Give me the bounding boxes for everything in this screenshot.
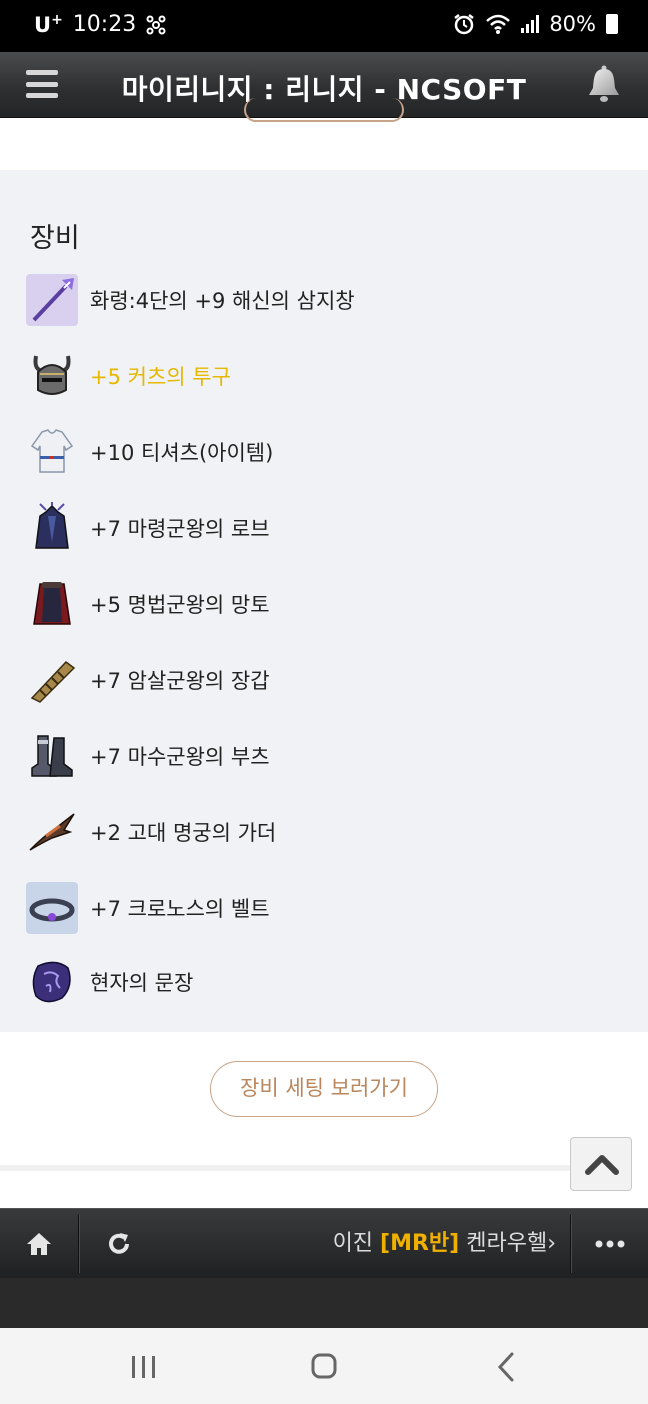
more-icon [595,1240,625,1248]
status-bar: U+ 10:23 80% [0,0,648,52]
home-nav-icon[interactable] [304,1350,344,1384]
battery-percent: 80% [549,12,596,36]
refresh-button[interactable] [80,1209,158,1279]
refresh-icon [109,1233,129,1254]
list-item[interactable]: +2 고대 명궁의 가더 [26,804,586,860]
carrier-label: U+ [34,12,63,37]
boots-icon [26,730,78,782]
list-item[interactable]: 화령:4단의 +9 해신의 삼지창 [26,272,586,328]
view-equipment-settings-button[interactable]: 장비 세팅 보러가기 [210,1061,438,1117]
list-item[interactable]: +5 커츠의 투구 [26,348,586,404]
app-bottom-padding [0,1278,648,1328]
item-name: +7 마령군왕의 로브 [90,517,270,541]
gloves-icon [26,654,78,706]
scroll-to-top-button[interactable] [570,1137,632,1191]
separator [570,1215,571,1273]
emblem-icon [26,956,78,1008]
wifi-icon [486,14,511,34]
more-button[interactable] [572,1209,648,1279]
item-name: 현자의 문장 [90,971,194,995]
section-title: 장비 [30,223,80,254]
cloak-icon [26,578,78,630]
clock: 10:23 [72,12,137,37]
previous-button-edge[interactable] [244,98,404,122]
system-navigation-bar [0,1328,648,1404]
bell-icon[interactable] [586,64,622,104]
content-strip [0,98,648,170]
alarm-icon [454,14,475,35]
item-name: +5 커츠의 투구 [90,365,231,389]
list-item[interactable]: +7 암살군왕의 장갑 [26,652,586,708]
app-notification-icon [146,15,166,34]
item-name: +7 크로노스의 벨트 [90,897,270,921]
chevron-up-icon [585,1155,619,1175]
tshirt-icon [26,426,78,478]
home-button[interactable] [0,1209,78,1279]
list-item[interactable]: 현자의 문장 [26,954,586,1010]
divider [0,1165,570,1171]
item-name: +7 마수군왕의 부츠 [90,745,270,769]
list-item[interactable]: +7 마령군왕의 로브 [26,500,586,556]
item-name: +10 티셔츠(아이템) [90,441,274,465]
guarder-icon [26,806,78,858]
separator [78,1215,79,1273]
item-name: +2 고대 명궁의 가더 [90,821,277,845]
back-icon[interactable] [486,1350,526,1384]
app-bottom-bar: 이진 [MR반] 켄라우헬› [0,1208,648,1278]
list-item[interactable]: +10 티셔츠(아이템) [26,424,586,480]
equipment-section: 장비 화령:4단의 +9 해신의 삼지창 +5 커츠의 투구 +10 티셔츠(아… [0,170,648,1032]
item-name: +7 암살군왕의 장갑 [90,669,270,693]
signal-icon [521,15,540,33]
list-item[interactable]: +7 마수군왕의 부츠 [26,728,586,784]
recent-apps-icon[interactable] [124,1350,164,1384]
ticker-text[interactable]: 이진 [MR반] 켄라우헬› [150,1209,556,1279]
trident-icon [26,274,78,326]
item-name: +5 명법군왕의 망토 [90,593,270,617]
belt-icon [26,882,78,934]
home-icon [27,1233,51,1255]
list-item[interactable]: +7 크로노스의 벨트 [26,880,586,936]
helmet-icon [26,350,78,402]
list-item[interactable]: +5 명법군왕의 망토 [26,576,586,632]
battery-icon [606,14,618,34]
item-name: 화령:4단의 +9 해신의 삼지창 [90,289,355,313]
robe-icon [26,502,78,554]
